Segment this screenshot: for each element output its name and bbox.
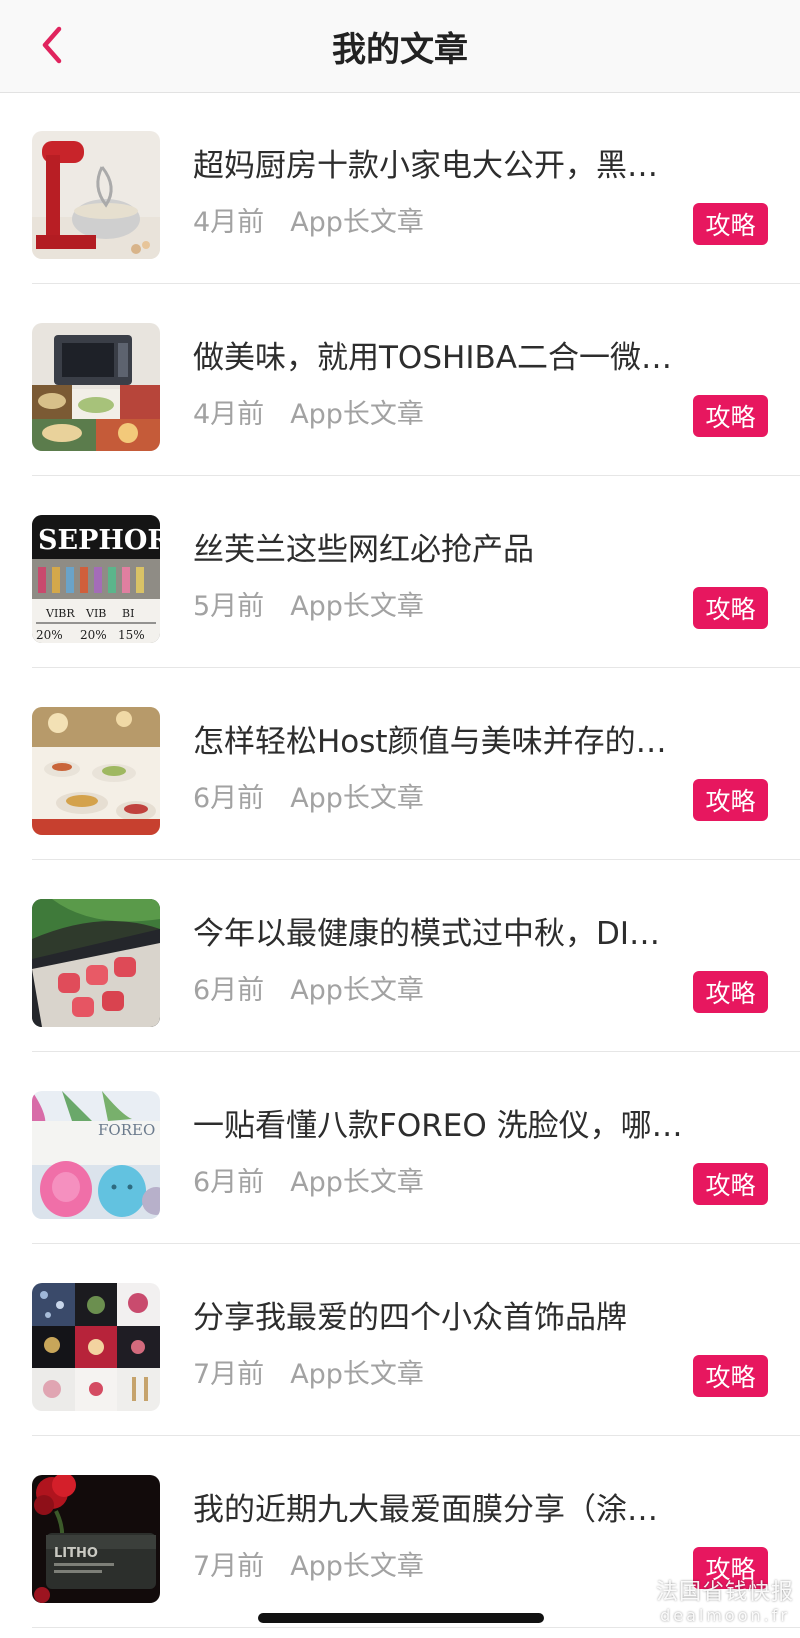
article-time: 5月前 — [193, 591, 265, 622]
category-badge[interactable]: 攻略 — [693, 395, 768, 437]
article-thumbnail — [32, 707, 160, 835]
navigation-bar: 我的文章 — [0, 0, 800, 93]
article-source: App长文章 — [290, 1551, 424, 1582]
article-time: 7月前 — [193, 1551, 265, 1582]
category-badge[interactable]: 攻略 — [693, 779, 768, 821]
article-thumbnail: SEPHORA VIBR VIB BI 20% 20% 15% — [32, 515, 160, 643]
article-thumbnail — [32, 131, 160, 259]
article-thumbnail — [32, 1283, 160, 1411]
chevron-left-icon — [42, 26, 62, 64]
page-title: 我的文章 — [332, 29, 468, 70]
article-source: App长文章 — [290, 591, 424, 622]
article-item[interactable]: 超妈厨房十款小家电大公开，黑… 4月前 App长文章 攻略 — [0, 92, 800, 284]
article-item[interactable]: 分享我最爱的四个小众首饰品牌 7月前 App长文章 攻略 — [0, 1244, 800, 1436]
article-meta: 7月前 App长文章 — [193, 1547, 424, 1587]
svg-text:VIBR: VIBR — [45, 607, 75, 620]
article-title: 丝芙兰这些网红必抢产品 — [193, 532, 534, 568]
article-source: App长文章 — [290, 783, 424, 814]
article-meta: 7月前 App长文章 — [193, 1355, 424, 1395]
article-source: App长文章 — [290, 1359, 424, 1390]
category-badge[interactable]: 攻略 — [693, 1355, 768, 1397]
article-meta: 4月前 App长文章 — [193, 203, 424, 243]
article-thumbnail: FOREO — [32, 1091, 160, 1219]
watermark-domain: dealmoon.fr — [660, 1606, 790, 1625]
article-title: 分享我最爱的四个小众首饰品牌 — [193, 1300, 627, 1336]
article-meta: 6月前 App长文章 — [193, 1163, 424, 1203]
article-time: 6月前 — [193, 1167, 265, 1198]
back-button[interactable] — [30, 20, 74, 70]
article-title: 怎样轻松Host颜值与美味并存的… — [193, 724, 667, 760]
article-title: 超妈厨房十款小家电大公开，黑… — [193, 148, 658, 184]
category-badge[interactable]: 攻略 — [693, 587, 768, 629]
article-meta: 6月前 App长文章 — [193, 971, 424, 1011]
article-title: 一贴看懂八款FOREO 洗脸仪，哪… — [193, 1108, 683, 1144]
category-badge[interactable]: 攻略 — [693, 1163, 768, 1205]
category-badge[interactable]: 攻略 — [693, 203, 768, 245]
article-title: 我的近期九大最爱面膜分享（涂… — [193, 1492, 658, 1528]
mask-brand-text: LITHO — [54, 1546, 98, 1561]
article-item[interactable]: FOREO 一贴看懂八款FOREO 洗脸仪，哪… 6月前 App长文章 攻略 — [0, 1052, 800, 1244]
article-time: 4月前 — [193, 399, 265, 430]
article-source: App长文章 — [290, 207, 424, 238]
article-time: 7月前 — [193, 1359, 265, 1390]
article-time: 4月前 — [193, 207, 265, 238]
article-meta: 6月前 App长文章 — [193, 779, 424, 819]
article-meta: 4月前 App长文章 — [193, 395, 424, 435]
sephora-brand-text: SEPHORA — [38, 525, 160, 556]
foreo-brand-text: FOREO — [98, 1121, 155, 1139]
article-source: App长文章 — [290, 975, 424, 1006]
article-title: 做美味，就用TOSHIBA二合一微… — [193, 340, 672, 376]
article-thumbnail: LITHO — [32, 1475, 160, 1603]
watermark: 法国省钱快报 dealmoon.fr — [656, 1580, 794, 1626]
article-title: 今年以最健康的模式过中秋，DI… — [193, 916, 661, 952]
article-item[interactable]: 今年以最健康的模式过中秋，DI… 6月前 App长文章 攻略 — [0, 860, 800, 1052]
svg-text:VIB: VIB — [85, 607, 106, 620]
home-indicator[interactable] — [258, 1613, 544, 1623]
article-time: 6月前 — [193, 783, 265, 814]
article-meta: 5月前 App长文章 — [193, 587, 424, 627]
watermark-brand: 法国省钱快报 — [655, 1580, 794, 1605]
svg-text:20%: 20% — [80, 628, 107, 642]
article-item[interactable]: 做美味，就用TOSHIBA二合一微… 4月前 App长文章 攻略 — [0, 284, 800, 476]
article-thumbnail — [32, 899, 160, 1027]
svg-text:20%: 20% — [36, 628, 63, 642]
article-item[interactable]: 怎样轻松Host颜值与美味并存的… 6月前 App长文章 攻略 — [0, 668, 800, 860]
svg-text:15%: 15% — [118, 628, 145, 642]
article-source: App长文章 — [290, 399, 424, 430]
article-time: 6月前 — [193, 975, 265, 1006]
article-source: App长文章 — [290, 1167, 424, 1198]
article-list: 超妈厨房十款小家电大公开，黑… 4月前 App长文章 攻略 做美味，就用TOSH… — [0, 92, 800, 1628]
article-thumbnail — [32, 323, 160, 451]
category-badge[interactable]: 攻略 — [693, 971, 768, 1013]
article-item[interactable]: SEPHORA VIBR VIB BI 20% 20% 15% 丝芙兰这些 — [0, 476, 800, 668]
svg-text:BI: BI — [122, 607, 134, 620]
